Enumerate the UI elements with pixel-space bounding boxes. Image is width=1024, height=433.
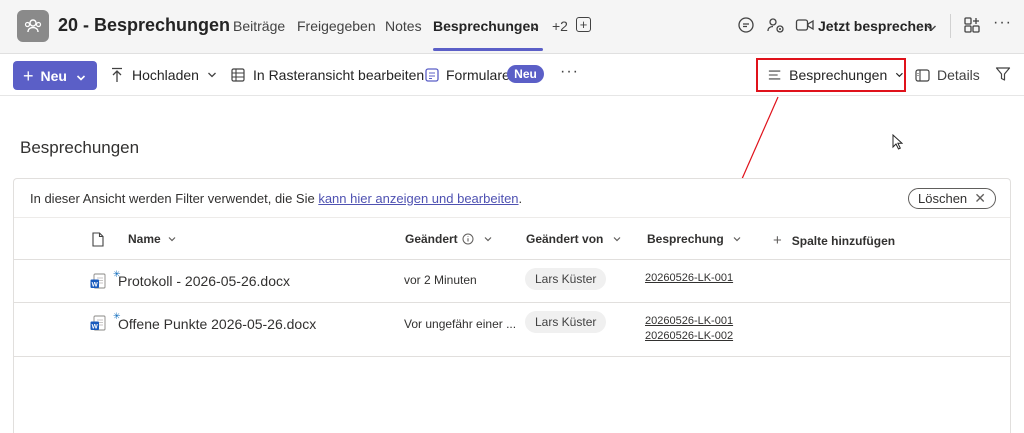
add-column-button[interactable]: + Spalte hinzufügen [773,232,895,249]
info-icon [462,233,474,245]
file-name[interactable]: Protokoll - 2026-05-26.docx [118,273,290,289]
modified-by-person[interactable]: Lars Küster [525,311,607,333]
page-title: Besprechungen [20,138,140,157]
modified-time: vor 2 Minuten [404,273,477,287]
word-doc-icon: W [90,315,106,337]
column-meeting-label: Besprechung [647,232,724,246]
meeting-link[interactable]: 20260526-LK-002 [645,330,733,342]
column-modified-by-label: Geändert von [526,232,604,246]
modified-time: Vor ungefähr einer ... [404,317,517,331]
column-header-modified[interactable]: Geändert [405,232,492,246]
svg-text:W: W [92,281,99,288]
plus-icon: + [773,232,782,249]
table-row[interactable]: W ✳ Offene Punkte 2026-05-26.docx Vor un… [0,303,1024,357]
add-column-label: Spalte hinzufügen [791,233,896,248]
chevron-down-icon [168,237,176,242]
column-header-name[interactable]: Name [128,232,176,246]
file-name[interactable]: Offene Punkte 2026-05-26.docx [118,316,316,332]
chevron-down-icon [733,237,741,242]
table-row[interactable]: W ✳ Protokoll - 2026-05-26.docx vor 2 Mi… [0,260,1024,302]
column-name-label: Name [128,232,161,246]
svg-text:W: W [92,323,99,330]
column-modified-label: Geändert [405,232,458,246]
column-header-modified-by[interactable]: Geändert von [526,232,621,246]
file-type-icon[interactable] [92,232,104,247]
chevron-down-icon [613,237,621,242]
meeting-link[interactable]: 20260526-LK-001 [645,315,733,327]
word-doc-icon: W [90,273,106,295]
meeting-link[interactable]: 20260526-LK-001 [645,272,733,284]
chevron-down-icon [484,237,492,242]
divider [14,356,1010,357]
column-header-meeting[interactable]: Besprechung [647,232,741,246]
mouse-cursor-icon [892,133,904,155]
modified-by-person[interactable]: Lars Küster [525,268,607,290]
